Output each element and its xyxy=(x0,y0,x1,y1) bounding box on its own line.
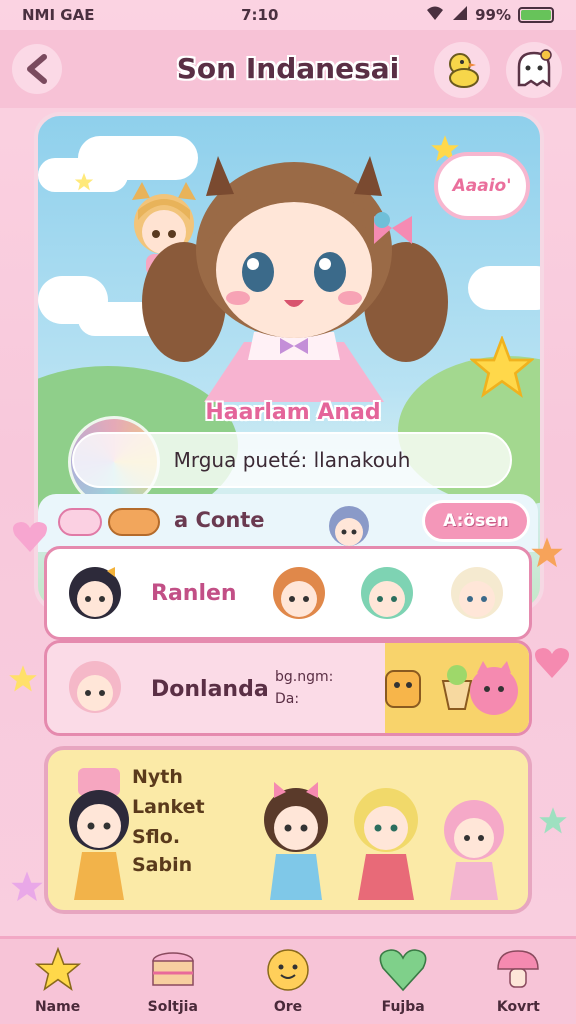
main-character-image xyxy=(142,156,448,402)
nav-item-name[interactable]: Name xyxy=(10,939,106,1015)
star-icon xyxy=(470,336,534,398)
star-icon xyxy=(539,807,567,834)
battery-fill xyxy=(520,10,551,20)
heart-icon xyxy=(535,648,569,678)
card-line: Sflo. xyxy=(132,826,181,848)
nav-label: Soltjia xyxy=(147,999,198,1015)
bubble-badge-icon xyxy=(58,508,102,536)
character-image xyxy=(264,782,328,900)
star-icon xyxy=(11,871,43,902)
app-header: Son Indanesai xyxy=(0,30,576,108)
cloud xyxy=(468,266,540,310)
nav-label: Fujba xyxy=(381,999,425,1015)
character-image xyxy=(354,788,418,900)
battery-icon xyxy=(517,7,554,23)
cookie-badge-icon xyxy=(108,508,160,536)
character-subtitle: Mrgua pueté: llanakouh xyxy=(72,432,512,488)
signal-icon xyxy=(452,5,468,25)
nav-label: Ore xyxy=(273,999,303,1015)
card-line: Sabin xyxy=(132,854,193,876)
clock: 7:10 xyxy=(241,6,279,24)
cake-icon xyxy=(152,952,194,986)
bottom-nav: Name Soltjia Ore Fujba Kovrt xyxy=(0,936,576,1024)
character-name: Haarlam Anad xyxy=(205,400,381,425)
status-bar: NMI GAE 7:10 99% xyxy=(0,0,576,30)
heart-icon xyxy=(379,949,427,992)
character-avatar xyxy=(69,661,121,713)
star-icon xyxy=(531,537,563,568)
nav-label: Kovrt xyxy=(496,999,540,1015)
contest-row: a Conte A:ösen xyxy=(38,494,538,552)
star-icon xyxy=(74,172,94,191)
heart-icon xyxy=(13,522,47,552)
contest-badges xyxy=(58,508,160,536)
status-icons: 99% xyxy=(425,5,554,25)
contest-label: a Conte xyxy=(174,508,265,532)
character-avatar xyxy=(273,567,325,619)
star-icon xyxy=(34,947,81,992)
toast-icon xyxy=(385,670,421,708)
character-image xyxy=(69,768,129,900)
card-line: Lanket xyxy=(132,796,205,818)
row-label: Donlanda xyxy=(151,677,269,702)
duck-icon xyxy=(449,53,479,88)
ghost-icon xyxy=(517,49,552,88)
list-item[interactable]: Ranlen xyxy=(44,546,532,640)
row-label: Ranlen xyxy=(151,581,237,606)
nav-item-ore[interactable]: Ore xyxy=(240,939,336,1015)
mushroom-icon xyxy=(497,950,540,988)
battery-percent: 99% xyxy=(475,6,511,24)
wifi-icon xyxy=(425,5,445,25)
nav-item-fujba[interactable]: Fujba xyxy=(355,939,451,1015)
pink-creature-icon xyxy=(470,661,518,715)
nav-item-soltjia[interactable]: Soltjia xyxy=(125,939,221,1015)
row-side-text: bg.ngm: xyxy=(275,669,334,685)
nav-label: Name xyxy=(34,999,81,1015)
duck-button[interactable] xyxy=(434,42,490,98)
character-avatar xyxy=(451,567,503,619)
character-avatar xyxy=(361,567,413,619)
character-avatar xyxy=(69,567,121,619)
row-side-text: Da: xyxy=(275,691,300,707)
access-button[interactable]: A:ösen xyxy=(422,500,530,542)
list-item[interactable]: Donlanda bg.ngm: Da: xyxy=(44,640,532,736)
card-line: Nyth xyxy=(132,766,183,788)
carrier-label: NMI GAE xyxy=(22,6,95,24)
featured-card[interactable]: Nyth Lanket Sflo. Sabin xyxy=(44,746,532,914)
speech-bubble: Aaaio' xyxy=(434,152,530,220)
nav-item-kovrt[interactable]: Kovrt xyxy=(470,939,566,1015)
star-icon xyxy=(9,665,37,692)
contest-character-image xyxy=(329,506,369,546)
character-image xyxy=(444,800,504,900)
ghost-button[interactable] xyxy=(506,42,562,98)
smiley-icon xyxy=(267,949,309,991)
